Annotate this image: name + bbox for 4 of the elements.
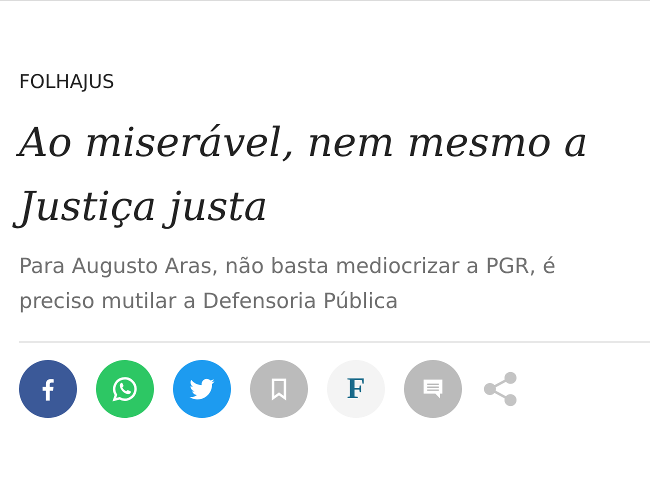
section-label[interactable]: FOLHAJUS	[19, 71, 650, 93]
folha-button[interactable]: F	[327, 360, 385, 418]
subtitle: Para Augusto Aras, não basta mediocrizar a PGR, é preciso mutilar a Defensoria Pública	[19, 253, 557, 315]
headline: Ao miserável, nem mesmo a Justiça justa	[11, 107, 629, 243]
